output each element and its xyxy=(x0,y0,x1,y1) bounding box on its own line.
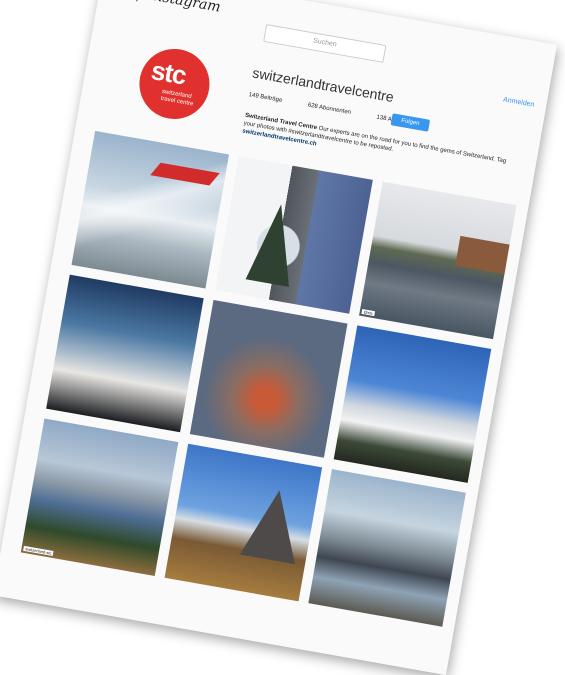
bio-text: Our experts are on the road for you to f… xyxy=(243,120,507,165)
instagram-profile-page: Instagram Suchen Anmelden stc switzerlan… xyxy=(0,0,558,675)
post-tile[interactable] xyxy=(333,325,492,483)
instagram-wordmark[interactable]: Instagram xyxy=(147,0,222,16)
post-caption: @stc xyxy=(361,308,376,317)
snowy-tree xyxy=(245,200,303,287)
post-tile[interactable] xyxy=(215,156,373,314)
avatar[interactable]: stc switzerland travel centre xyxy=(133,43,216,125)
divider xyxy=(136,0,141,2)
login-link[interactable]: Anmelden xyxy=(503,96,535,108)
matterhorn-peak xyxy=(239,485,308,565)
airplane-wing xyxy=(150,162,220,186)
post-tile[interactable] xyxy=(308,469,466,627)
post-tile[interactable] xyxy=(189,300,348,458)
post-tile[interactable] xyxy=(164,443,323,602)
follow-button[interactable]: Folgen xyxy=(390,113,431,132)
post-tile[interactable]: @stc xyxy=(359,181,517,340)
posts-count: 149 Beiträge xyxy=(248,92,283,104)
avatar-logo-subtext: switzerland travel centre xyxy=(160,88,194,108)
post-tile[interactable] xyxy=(46,274,204,433)
post-grid: @stc switzerland-stc xyxy=(20,130,517,627)
riverside-building xyxy=(455,235,510,275)
followers-count[interactable]: 628 Abonnenten xyxy=(307,102,351,116)
post-caption: switzerland-stc xyxy=(23,545,54,557)
post-tile[interactable]: switzerland-stc xyxy=(20,418,179,577)
avatar-logo-text: stc xyxy=(148,54,189,91)
post-tile[interactable] xyxy=(71,130,230,289)
rotated-screenshot: Instagram Suchen Anmelden stc switzerlan… xyxy=(0,0,558,675)
